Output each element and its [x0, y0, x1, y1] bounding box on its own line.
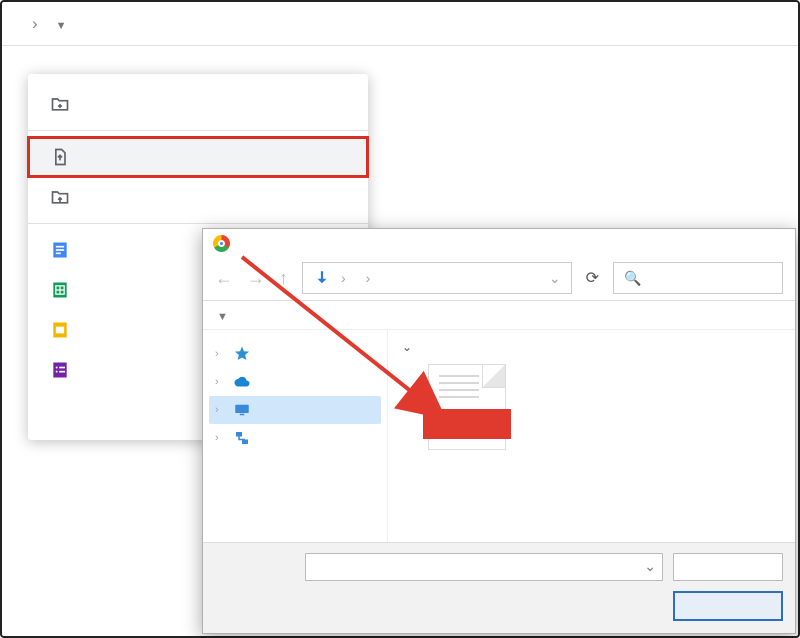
search-input[interactable]: 🔍	[613, 262, 783, 294]
file-upload-icon	[50, 147, 70, 167]
file-open-dialog: ← → ↑ › › ⌄ ⟳ 🔍 ▼ ›	[202, 228, 796, 634]
addr-dropdown-icon[interactable]: ⌄	[549, 270, 561, 287]
caret-right-icon: ›	[215, 404, 225, 416]
download-arrow-icon	[313, 269, 331, 287]
caret-down-icon: ▼	[217, 311, 228, 323]
breadcrumb: › ▼	[2, 2, 798, 46]
menu-item-upload-folder[interactable]	[28, 177, 368, 217]
cloud-icon	[233, 373, 251, 391]
divider	[28, 223, 368, 224]
forward-icon[interactable]: →	[247, 268, 265, 289]
menu-item-upload-files[interactable]	[28, 137, 368, 177]
refresh-icon[interactable]: ⟳	[586, 268, 599, 288]
pdf-file-icon	[428, 364, 506, 450]
network-icon	[233, 429, 251, 447]
tree-item-network[interactable]: ›	[209, 424, 381, 452]
file-type-filter[interactable]	[673, 553, 783, 581]
google-slides-icon	[50, 320, 70, 340]
caret-down-icon: ⌄	[402, 340, 412, 354]
folder-upload-icon	[50, 187, 70, 207]
tree-item-quick-access[interactable]: ›	[209, 340, 381, 368]
tree-item-this-pc[interactable]: ›	[209, 396, 381, 424]
dialog-footer: ⌄	[203, 542, 795, 633]
caret-right-icon: ›	[215, 432, 225, 444]
chevron-right-icon: ›	[341, 270, 346, 286]
star-icon	[233, 345, 251, 363]
file-item[interactable]	[402, 364, 532, 450]
google-forms-icon	[50, 360, 70, 380]
chrome-icon	[213, 235, 230, 252]
divider	[28, 130, 368, 131]
dialog-nav: ← → ↑ › › ⌄ ⟳ 🔍	[203, 258, 795, 301]
google-docs-icon	[50, 240, 70, 260]
caret-right-icon: ›	[215, 348, 225, 360]
open-button[interactable]	[673, 591, 783, 621]
tree-item-onedrive[interactable]: ›	[209, 368, 381, 396]
search-icon: 🔍	[624, 270, 641, 287]
toolbar-organize[interactable]: ▼	[217, 307, 228, 323]
folder-plus-icon	[50, 94, 70, 114]
chevron-right-icon: ›	[366, 270, 371, 286]
blank-icon	[50, 400, 70, 420]
address-bar[interactable]: › › ⌄	[302, 262, 572, 294]
dialog-toolbar: ▼	[203, 301, 795, 330]
chevron-right-icon: ›	[32, 14, 38, 34]
nav-tree: › › › ›	[203, 330, 388, 542]
caret-down-icon: ▼	[56, 20, 67, 32]
back-icon[interactable]: ←	[215, 268, 233, 289]
up-icon[interactable]: ↑	[279, 268, 288, 289]
caret-right-icon: ›	[215, 376, 225, 388]
file-name-input[interactable]: ⌄	[305, 553, 663, 581]
google-sheets-icon	[50, 280, 70, 300]
monitor-icon	[233, 401, 251, 419]
group-header[interactable]: ⌄	[402, 338, 781, 354]
dialog-titlebar	[203, 229, 795, 258]
pdf-badge	[423, 409, 511, 439]
menu-item-new-folder[interactable]	[28, 84, 368, 124]
file-list: ⌄	[388, 330, 795, 542]
caret-down-icon[interactable]: ⌄	[644, 558, 656, 575]
breadcrumb-current[interactable]: ▼	[52, 14, 67, 34]
